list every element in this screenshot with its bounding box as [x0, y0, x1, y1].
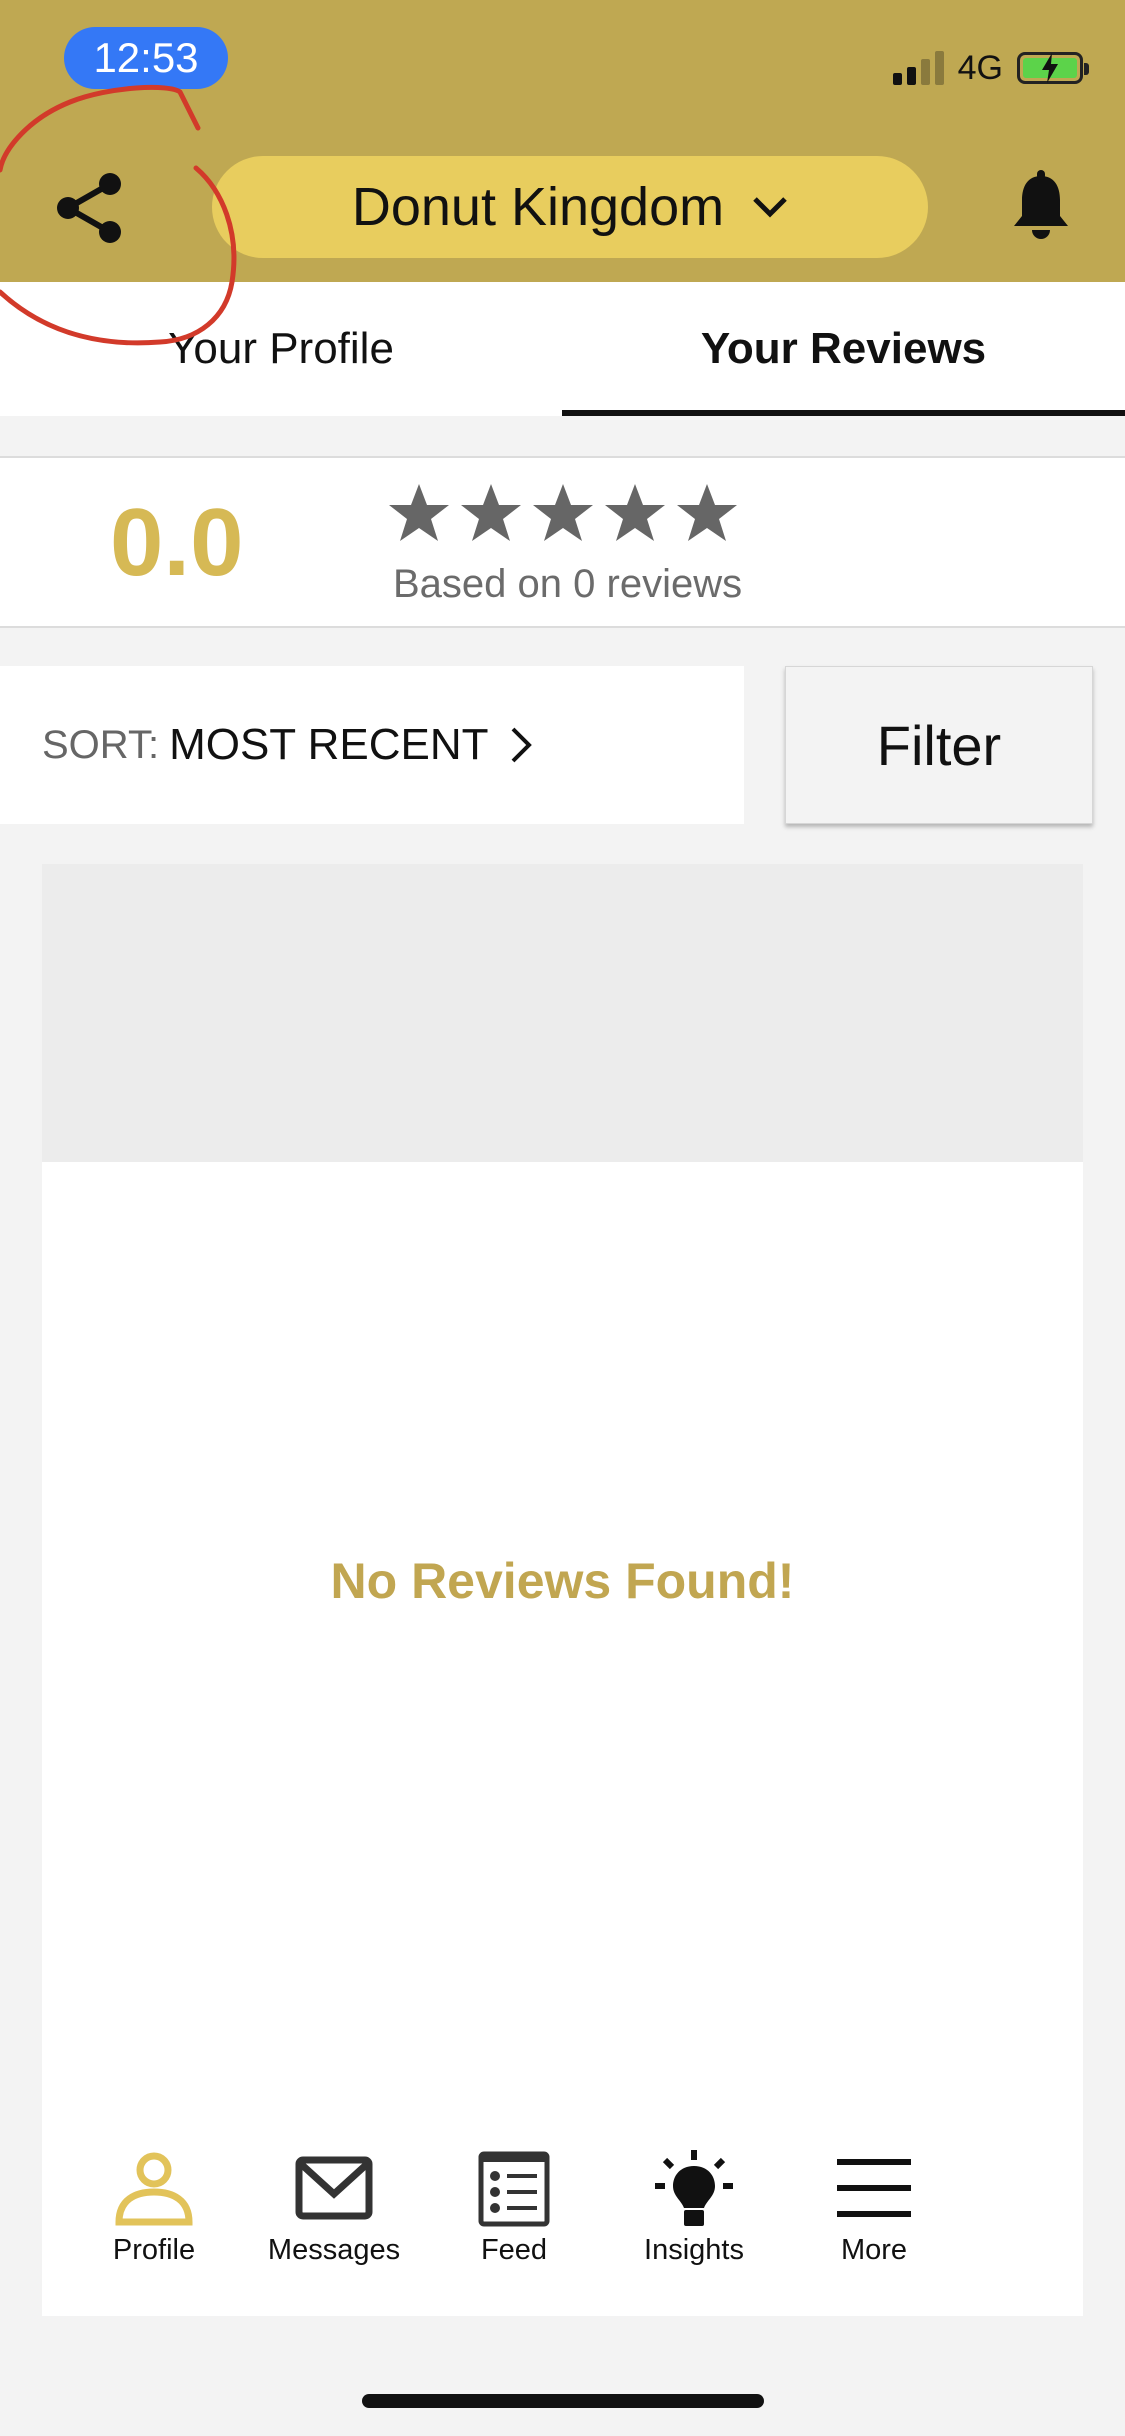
business-name: Donut Kingdom — [351, 177, 725, 237]
bell-icon[interactable] — [1010, 170, 1072, 242]
nav-label: Feed — [480, 2234, 548, 2266]
share-icon[interactable] — [52, 168, 132, 248]
sort-label: SORT: — [42, 722, 160, 767]
empty-state-message: No Reviews Found! — [330, 1553, 795, 1609]
sort-value: MOST RECENT — [169, 720, 489, 769]
star-icon — [677, 484, 737, 541]
nav-label: More — [840, 2234, 908, 2266]
rating-summary: 0.0 Based on 0 reviews — [0, 456, 1125, 628]
status-time: 12:53 — [64, 27, 228, 89]
battery-icon — [1017, 52, 1089, 84]
app-header: 12:53 4G Donut Kingdom — [0, 0, 1125, 282]
envelope-icon — [295, 2156, 373, 2220]
signal-icon — [892, 51, 944, 85]
tab-your-profile[interactable]: Your Profile — [0, 282, 562, 416]
nav-item-more[interactable]: More — [784, 2136, 964, 2286]
active-tab-indicator — [562, 410, 1125, 416]
network-type: 4G — [957, 48, 1003, 87]
status-indicators: 4G — [892, 44, 1089, 92]
tab-your-reviews[interactable]: Your Reviews — [562, 282, 1125, 416]
sort-selector[interactable]: SORT: MOST RECENT — [0, 666, 744, 824]
star-icon — [605, 484, 665, 541]
star-icon — [461, 484, 521, 541]
chevron-down-icon — [753, 197, 787, 218]
business-selector[interactable]: Donut Kingdom — [212, 156, 928, 258]
nav-item-insights[interactable]: Insights — [604, 2136, 784, 2286]
star-rating — [388, 482, 738, 544]
bottom-nav: Profile Messages Feed Insights More — [42, 2136, 1083, 2316]
content-placeholder — [42, 864, 1083, 1162]
menu-icon — [837, 2159, 911, 2217]
tab-bar: Your Profile Your Reviews — [0, 282, 1125, 416]
profile-icon — [115, 2152, 193, 2226]
nav-label: Insights — [644, 2234, 744, 2266]
star-icon — [389, 484, 449, 541]
review-count-text: Based on 0 reviews — [393, 562, 743, 606]
nav-label: Profile — [112, 2234, 196, 2266]
lightbulb-icon — [655, 2150, 733, 2226]
nav-label: Messages — [267, 2234, 401, 2266]
nav-item-profile[interactable]: Profile — [64, 2136, 244, 2286]
nav-item-feed[interactable]: Feed — [424, 2136, 604, 2286]
star-icon — [533, 484, 593, 541]
nav-item-messages[interactable]: Messages — [244, 2136, 424, 2286]
home-indicator[interactable] — [362, 2394, 764, 2408]
feed-icon — [478, 2151, 550, 2227]
average-rating: 0.0 — [110, 489, 244, 596]
chevron-right-icon — [511, 727, 532, 763]
filter-button[interactable]: Filter — [785, 666, 1093, 824]
